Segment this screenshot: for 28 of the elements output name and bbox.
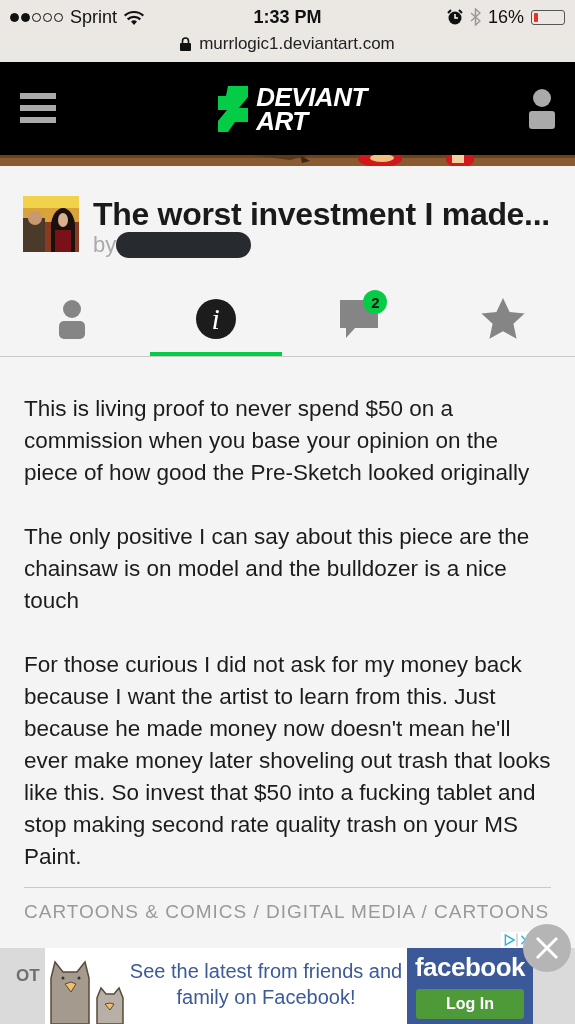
bluetooth-icon bbox=[469, 8, 481, 26]
description-paragraph: For those curious I did not ask for my money back because I want the artist to learn from this. Just because he made money now doesn't mean he'll ever make money later shoveling out trash that looks like this. So invest that $50 into a fucking tablet and stop making second rate quality trash on your MS Paint. bbox=[24, 651, 551, 871]
tab[interactable]: 2 bbox=[293, 286, 426, 356]
menu-icon[interactable] bbox=[20, 92, 56, 125]
battery-icon bbox=[531, 9, 565, 25]
logo-icon bbox=[218, 85, 249, 132]
description-paragraph: The only positive I can say about this piece are the chainsaw is on model and the bulldozer is a nice touch bbox=[24, 523, 531, 615]
login-button[interactable]: Log In bbox=[416, 989, 524, 1019]
logo-text: ART bbox=[256, 108, 310, 133]
category-text: OT bbox=[16, 966, 40, 986]
person-icon bbox=[57, 299, 86, 339]
page-url[interactable]: murrlogic1.deviantart.com bbox=[199, 34, 395, 54]
deviation-title: The worst investment I made... bbox=[93, 196, 550, 232]
alarm-clock-icon bbox=[446, 9, 463, 25]
wifi-icon bbox=[124, 9, 145, 25]
close-icon bbox=[535, 936, 559, 960]
logo-text: DEVIANT bbox=[256, 84, 367, 109]
facebook-logo-text: facebook bbox=[414, 952, 526, 983]
comment-count-badge: 2 bbox=[363, 290, 388, 314]
user-icon[interactable] bbox=[529, 88, 555, 129]
lock-icon bbox=[180, 37, 192, 51]
tab[interactable]: i bbox=[149, 286, 282, 356]
description-paragraph: This is living proof to never spend $50 on a commission when you base your opinion on the piece of how good the Pre-Sketch looked originally bbox=[24, 395, 531, 487]
carrier-name: Sprint bbox=[70, 6, 118, 28]
clock-time: 1:33 PM bbox=[253, 6, 322, 28]
ad-text: See the latest from friends and family on Facebook! bbox=[128, 959, 404, 1010]
battery-percentage: 16% bbox=[487, 6, 524, 28]
by-label: by bbox=[93, 232, 117, 258]
